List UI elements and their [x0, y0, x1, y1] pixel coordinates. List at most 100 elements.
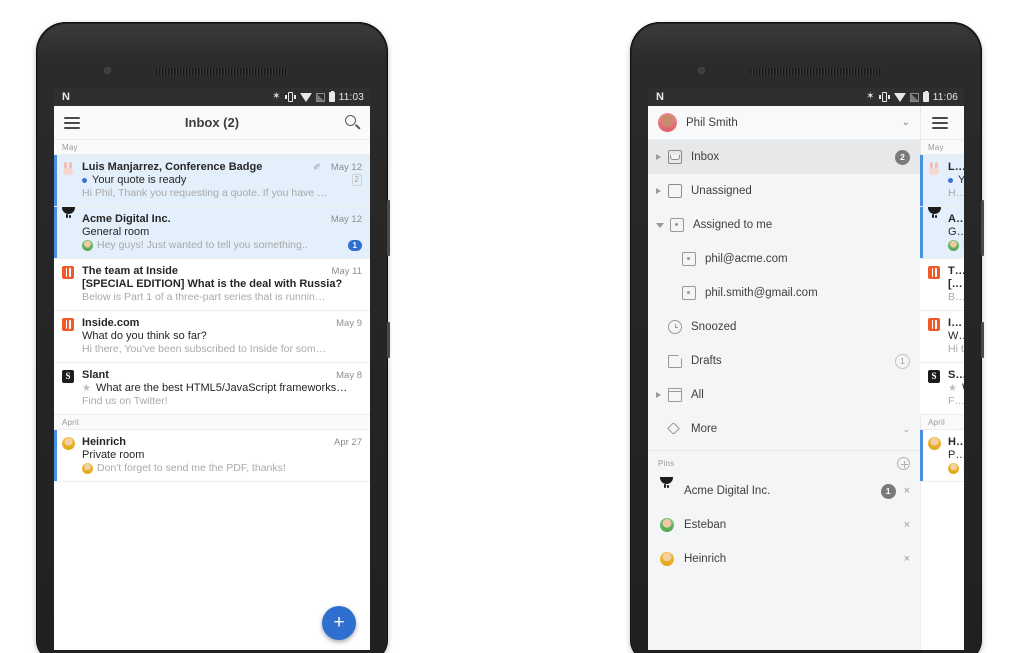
chevron-right-icon[interactable]: [656, 188, 661, 194]
mail-list[interactable]: May Luis Manjarrez, Conference Badge ✐ May …: [54, 140, 370, 616]
chevron-down-icon[interactable]: ⌄: [902, 424, 910, 435]
volume-button[interactable]: [387, 200, 390, 256]
mail-preview: Below is Part 1 of a three-part series t…: [82, 291, 326, 303]
phone-left: N ✶ 11:03 Inbox (2) May Luis Manjarrez, C…: [36, 22, 390, 653]
signal-icon: [315, 92, 325, 102]
navigation-drawer: Phil Smith ⌄ Inbox 2 Unassigned Assigned to…: [648, 106, 920, 650]
date-section-header: April: [54, 415, 370, 430]
menu-icon[interactable]: [932, 116, 948, 129]
android-n-logo: N: [62, 90, 71, 103]
drawer-item-unassigned[interactable]: Unassigned: [648, 174, 920, 208]
pin-item[interactable]: Acme Digital Inc. 1 ×: [648, 474, 920, 508]
drawer-item-more[interactable]: More ⌄: [648, 412, 920, 446]
mail-list-item[interactable]: AcmGenH: [920, 207, 964, 259]
power-button[interactable]: [981, 322, 984, 358]
date-section-header: May: [920, 140, 964, 155]
inside-logo-icon: [62, 266, 74, 279]
sender-icon: [928, 265, 942, 303]
mail-list-item[interactable]: InsiWhaHi t: [920, 311, 964, 363]
add-pin-icon[interactable]: [897, 457, 910, 470]
mail-sender: Inside.com: [82, 317, 140, 329]
mail-list-item[interactable]: S Slant May 8 ★ What are the best HTML5/Java…: [54, 363, 370, 415]
drawer-item-phil-acme-com[interactable]: phil@acme.com: [648, 242, 920, 276]
mail-list-item[interactable]: Luis Manjarrez, Conference Badge ✐ May 12 Y…: [54, 155, 370, 207]
avatar: [658, 113, 677, 132]
close-icon[interactable]: ×: [904, 519, 910, 531]
mail-content: InsiWhaHi t: [948, 317, 964, 355]
mail-list-item[interactable]: HeinPrivD: [920, 430, 964, 482]
volume-button[interactable]: [981, 200, 984, 256]
status-icons: ✶ 11:06: [866, 90, 958, 103]
close-icon[interactable]: ×: [904, 553, 910, 565]
menu-icon[interactable]: [64, 116, 80, 129]
sender-icon: [62, 161, 76, 199]
pins-list: Acme Digital Inc. 1 × Esteban × Heinrich ×: [648, 474, 920, 576]
phone-left-screen: N ✶ 11:03 Inbox (2) May Luis Manjarrez, C…: [54, 88, 370, 650]
mail-list-item[interactable]: The team at Inside May 11 [SPECIAL EDITION…: [54, 259, 370, 311]
mail-header-row: Heinrich Apr 27: [82, 436, 362, 448]
unread-dot-icon: [82, 177, 87, 183]
mail-header-row: Slan: [948, 369, 964, 381]
peek-mail-list[interactable]: MayLuisYouHi PAcmGenH The[SPEBelo InsiWhaH…: [920, 140, 964, 482]
unread-count-badge: 2: [895, 149, 910, 165]
pin-item[interactable]: Heinrich ×: [648, 542, 920, 576]
star-icon[interactable]: ★: [948, 383, 957, 394]
mail-preview-row: Below is Part 1 of a three-part series t…: [82, 291, 362, 303]
close-icon[interactable]: ×: [904, 485, 910, 497]
drawer-item-all[interactable]: All: [648, 378, 920, 412]
drawer-item-phil-smith-gmail-com[interactable]: phil.smith@gmail.com: [648, 276, 920, 310]
mail-header-row: The team at Inside May 11: [82, 265, 362, 277]
mail-list-item[interactable]: The[SPEBelo: [920, 259, 964, 311]
chevron-right-icon[interactable]: [656, 154, 661, 160]
mail-preview-row: Don't forget to send me the PDF, thanks!: [82, 462, 362, 474]
date-section-header: April: [920, 415, 964, 430]
avatar: [928, 437, 941, 450]
mail-list-item[interactable]: Inside.com May 9 What do you think so far?…: [54, 311, 370, 363]
inside-logo-icon: [928, 266, 940, 279]
mail-preview: Hi there, You've been subscribed to Insi…: [82, 343, 327, 355]
drawer-item-inbox[interactable]: Inbox 2: [648, 140, 920, 174]
mail-list-item[interactable]: LuisYouHi P: [920, 155, 964, 207]
pin-name: Heinrich: [684, 553, 727, 565]
mail-sender: Luis: [948, 161, 964, 173]
sender-icon: [928, 207, 942, 251]
mail-sender: Heinrich: [82, 436, 127, 448]
drawer-item-drafts[interactable]: Drafts 1: [648, 344, 920, 378]
mail-preview-row: Hi t: [948, 343, 964, 355]
mail-subject: Wha: [962, 382, 964, 394]
mail-list-item[interactable]: S Slan ★ WhaFind: [920, 363, 964, 415]
mail-preview-row: Find us on Twitter!: [82, 395, 362, 407]
search-icon[interactable]: [345, 115, 361, 130]
avatar: [660, 518, 674, 532]
mail-subject: What do you think so far?: [82, 330, 207, 342]
chevron-right-icon[interactable]: [656, 392, 661, 398]
sender-icon: S: [62, 369, 76, 407]
inside-logo-icon: [928, 318, 940, 331]
account-name: Phil Smith: [686, 116, 738, 129]
chevron-down-icon[interactable]: [656, 222, 664, 228]
signal-icon: [909, 92, 919, 102]
mail-preview-row: Belo: [948, 291, 964, 303]
account-switcher[interactable]: Phil Smith ⌄: [648, 106, 920, 140]
mail-list-peek[interactable]: MayLuisYouHi PAcmGenH The[SPEBelo InsiWhaH…: [920, 106, 964, 650]
drawer-item-assigned-to-me[interactable]: Assigned to me: [648, 208, 920, 242]
drawer-item-label: Assigned to me: [693, 219, 773, 231]
star-icon[interactable]: ★: [82, 383, 91, 394]
pins-title: Pins: [658, 459, 675, 468]
compose-fab[interactable]: +: [322, 606, 356, 640]
front-camera-icon: [104, 67, 111, 74]
mail-date: Apr 27: [334, 437, 362, 448]
pin-item[interactable]: Esteban ×: [648, 508, 920, 542]
square-dot-icon: [682, 286, 696, 300]
power-button[interactable]: [387, 322, 390, 358]
mail-content: Slant May 8 ★ What are the best HTML5/JavaS…: [82, 369, 362, 407]
mail-list-item[interactable]: Heinrich Apr 27 Private room Don't forget t…: [54, 430, 370, 482]
drawer-item-snoozed[interactable]: Snoozed: [648, 310, 920, 344]
mail-subject-row: [SPE: [948, 278, 964, 290]
mail-list-item[interactable]: Acme Digital Inc. May 12 General room Hey g…: [54, 207, 370, 259]
mail-content: The[SPEBelo: [948, 265, 964, 303]
mail-content: Slan ★ WhaFind: [948, 369, 964, 407]
sender-icon: [62, 265, 76, 303]
chevron-down-icon[interactable]: ⌄: [902, 117, 910, 128]
mail-subject-row: You: [948, 174, 964, 186]
